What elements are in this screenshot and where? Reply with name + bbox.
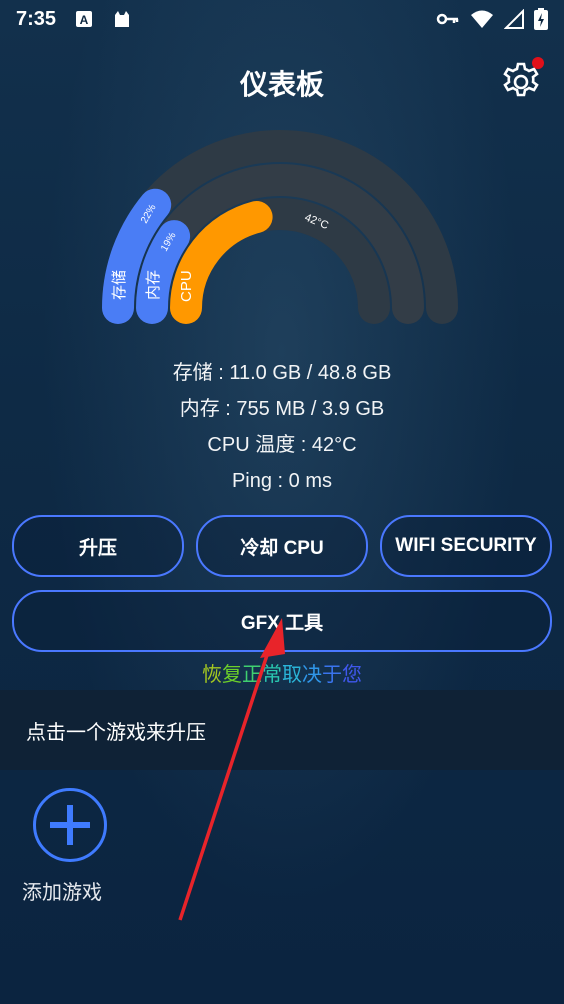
svg-text:A: A (80, 13, 89, 27)
tagline-char: 决 (302, 664, 322, 686)
cat-notification-icon (115, 11, 130, 27)
game-section-header: 点击一个游戏来升压 (0, 690, 564, 770)
notification-dot (532, 57, 544, 69)
add-game-label: 添加游戏 (22, 882, 102, 904)
tagline-char: 您 (342, 664, 362, 686)
gfx-tool-button[interactable]: GFX 工具 (12, 590, 552, 652)
battery-icon (534, 8, 548, 30)
boost-button[interactable]: 升压 (12, 515, 184, 577)
resource-gauge: 存储 内存 CPU 22% 19% 42°C (102, 130, 458, 324)
app-header: 仪表板 (0, 55, 564, 109)
tagline-char: 常 (262, 664, 282, 686)
game-section-title: 点击一个游戏来升压 (26, 721, 206, 744)
wifi-icon (471, 10, 493, 28)
a-notification-icon: A (76, 11, 93, 27)
status-bar: 7:35 A (0, 0, 564, 38)
tagline-char: 正 (242, 664, 262, 686)
tagline-char: 复 (222, 664, 242, 686)
signal-icon (504, 9, 524, 29)
ping-stat: Ping : 0 ms (231, 470, 333, 492)
tagline-char: 恢 (202, 664, 222, 686)
tagline-char: 取 (282, 664, 302, 686)
plus-icon (50, 805, 90, 845)
memory-stat: 内存 : 755 MB / 3.9 GB (179, 398, 385, 420)
memory-arc-label: 内存 (145, 270, 162, 300)
rainbow-tagline: 恢复正常取决于您 (0, 660, 564, 690)
wifi-security-button[interactable]: WIFI SECURITY (380, 515, 552, 577)
storage-stat: 存储 : 11.0 GB / 48.8 GB (172, 362, 392, 384)
page-title: 仪表板 (239, 69, 324, 100)
storage-arc-label: 存储 (111, 270, 128, 300)
vpn-key-icon (436, 13, 459, 25)
add-game-button[interactable] (33, 788, 107, 862)
cpu-temp-stat: CPU 温度 : 42°C (207, 434, 357, 456)
cool-cpu-button[interactable]: 冷却 CPU (196, 515, 368, 577)
cpu-arc-label: CPU (178, 270, 195, 302)
system-stats: 存储 : 11.0 GB / 48.8 GB 内存 : 755 MB / 3.9… (0, 355, 564, 499)
tagline-char: 于 (322, 664, 342, 686)
status-time: 7:35 (16, 7, 57, 30)
